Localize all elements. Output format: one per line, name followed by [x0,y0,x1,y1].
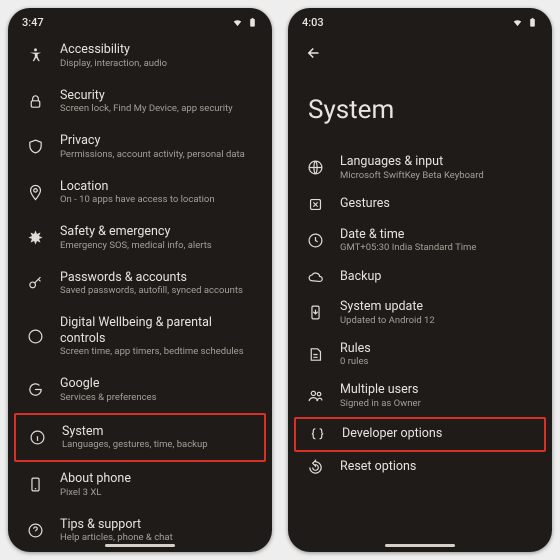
wifi-icon [232,17,243,28]
item-rules[interactable]: Rules0 rules [294,334,546,376]
status-bar: 4:03 [288,8,552,33]
reset-icon [304,459,326,476]
key-icon [24,275,46,292]
item-developer[interactable]: Developer options [294,417,546,452]
settings-screen: 3:47 AccessibilityDisplay, interaction, … [8,8,272,552]
item-users[interactable]: Multiple usersSigned in as Owner [294,375,546,417]
item-reset[interactable]: Reset options [294,452,546,483]
item-passwords[interactable]: Passwords & accountsSaved passwords, aut… [14,261,266,307]
item-accessibility[interactable]: AccessibilityDisplay, interaction, audio [14,33,266,79]
page-title: System [288,67,552,147]
privacy-icon [24,138,46,155]
settings-list: AccessibilityDisplay, interaction, audio… [8,33,272,552]
battery-icon [527,17,538,28]
cloud-icon [304,268,326,285]
item-languages[interactable]: Languages & inputMicrosoft SwiftKey Beta… [294,147,546,189]
home-indicator[interactable] [385,544,455,547]
item-safety[interactable]: Safety & emergencyEmergency SOS, medical… [14,215,266,261]
globe-icon [304,159,326,176]
status-icons [232,17,258,28]
phone-icon [24,476,46,493]
status-bar: 3:47 [8,8,272,33]
item-system[interactable]: SystemLanguages, gestures, time, backup [14,413,266,463]
google-icon [24,381,46,398]
emergency-icon [24,229,46,246]
item-datetime[interactable]: Date & timeGMT+05:30 India Standard Time [294,220,546,262]
rules-icon [304,346,326,363]
item-update[interactable]: System updateUpdated to Android 12 [294,292,546,334]
info-icon [26,429,48,446]
wifi-icon [512,17,523,28]
users-icon [304,387,326,404]
system-list: Languages & inputMicrosoft SwiftKey Beta… [288,147,552,491]
status-icons [512,17,538,28]
clock: 3:47 [22,16,44,29]
system-screen: 4:03 System Languages & inputMicrosoft S… [288,8,552,552]
braces-icon [306,426,328,443]
item-google[interactable]: GoogleServices & preferences [14,367,266,413]
home-indicator[interactable] [105,544,175,547]
clock-icon [304,232,326,249]
update-icon [304,304,326,321]
lock-icon [24,93,46,110]
location-icon [24,184,46,201]
wellbeing-icon [24,328,46,345]
item-location[interactable]: LocationOn - 10 apps have access to loca… [14,170,266,216]
clock: 4:03 [302,16,324,29]
item-backup[interactable]: Backup [294,261,546,292]
item-about[interactable]: About phonePixel 3 XL [14,462,266,508]
item-wellbeing[interactable]: Digital Wellbeing & parental controlsScr… [14,306,266,367]
item-security[interactable]: SecurityScreen lock, Find My Device, app… [14,79,266,125]
item-gestures[interactable]: Gestures [294,189,546,220]
title: Accessibility [60,42,167,58]
accessibility-icon [24,47,46,64]
back-button[interactable] [300,39,328,67]
item-privacy[interactable]: PrivacyPermissions, account activity, pe… [14,124,266,170]
arrow-left-icon [305,44,323,62]
battery-icon [247,17,258,28]
help-icon [24,522,46,539]
gestures-icon [304,196,326,213]
